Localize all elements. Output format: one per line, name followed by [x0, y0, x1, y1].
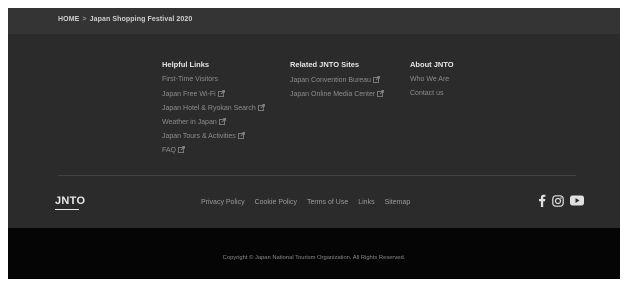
breadcrumb-separator: >	[82, 16, 87, 23]
external-link-icon	[217, 90, 225, 97]
instagram-icon[interactable]	[552, 194, 564, 207]
related-sites-title: Related JNTO Sites	[290, 60, 360, 69]
external-link-icon	[178, 146, 185, 153]
breadcrumb-home-link[interactable]: HOME	[58, 16, 79, 23]
list-item: FAQ	[162, 146, 265, 160]
link-online-media-center[interactable]: Japan Online Media Center	[290, 91, 375, 98]
list-item: Japan Free Wi-Fi	[162, 90, 265, 104]
list-item: Japan Convention Bureau	[290, 76, 384, 90]
list-item: Contact us	[410, 90, 454, 104]
link-faq[interactable]: FAQ	[162, 147, 176, 154]
copyright-bar: Copyright © Japan National Tourism Organ…	[8, 228, 620, 279]
list-item: Japan Tours & Activities	[162, 132, 265, 146]
helpful-links-column: Helpful Links First-Time Visitors Japan …	[162, 60, 265, 160]
external-link-icon	[237, 132, 245, 139]
about-title: About JNTO	[410, 60, 454, 69]
link-free-wifi[interactable]: Japan Free Wi-Fi	[162, 91, 216, 98]
site-footer: HOME > Japan Shopping Festival 2020 Helpfu…	[8, 8, 620, 279]
list-item: Japan Hotel & Ryokan Search	[162, 104, 265, 118]
footer-nav: Privacy Policy Cookie Policy Terms of Us…	[201, 199, 420, 206]
facebook-icon[interactable]	[538, 194, 546, 207]
link-weather[interactable]: Weather in Japan	[162, 119, 217, 126]
breadcrumb: HOME > Japan Shopping Festival 2020	[58, 16, 192, 23]
privacy-policy-link[interactable]: Privacy Policy	[201, 199, 245, 206]
external-link-icon	[377, 90, 385, 97]
helpful-links-list: First-Time Visitors Japan Free Wi-Fi Jap…	[162, 76, 265, 160]
link-who-we-are[interactable]: Who We Are	[410, 76, 449, 83]
terms-of-use-link[interactable]: Terms of Use	[307, 199, 348, 206]
links-link[interactable]: Links	[358, 199, 374, 206]
breadcrumb-current: Japan Shopping Festival 2020	[89, 16, 193, 23]
external-link-icon	[373, 76, 380, 83]
link-first-time-visitors[interactable]: First-Time Visitors	[162, 76, 218, 83]
cookie-policy-link[interactable]: Cookie Policy	[255, 199, 297, 206]
sitemap-link[interactable]: Sitemap	[385, 199, 411, 206]
jnto-logo[interactable]: JNTO	[55, 195, 85, 207]
external-link-icon	[218, 118, 226, 125]
list-item: Japan Online Media Center	[290, 90, 385, 104]
copyright-text: Copyright © Japan National Tourism Organ…	[222, 255, 406, 261]
youtube-icon[interactable]	[570, 195, 584, 206]
helpful-links-title: Helpful Links	[162, 60, 210, 69]
link-tours-activities[interactable]: Japan Tours & Activities	[162, 133, 236, 140]
link-hotel-ryokan-search[interactable]: Japan Hotel & Ryokan Search	[162, 105, 256, 112]
footer-main: HOME > Japan Shopping Festival 2020 Helpfu…	[8, 8, 620, 228]
breadcrumb-bar: HOME > Japan Shopping Festival 2020	[8, 8, 620, 34]
related-sites-column: Related JNTO Sites Japan Convention Bure…	[290, 60, 385, 104]
logo-underline	[55, 209, 79, 210]
link-convention-bureau[interactable]: Japan Convention Bureau	[290, 77, 371, 84]
list-item: First-Time Visitors	[162, 76, 265, 90]
footer-divider	[58, 175, 576, 176]
social-links	[532, 194, 584, 207]
external-link-icon	[257, 104, 265, 111]
list-item: Who We Are	[410, 76, 454, 90]
link-contact-us[interactable]: Contact us	[410, 90, 443, 97]
related-sites-list: Japan Convention Bureau Japan Online Med…	[290, 76, 385, 104]
about-column: About JNTO Who We Are Contact us	[410, 60, 454, 104]
about-list: Who We Are Contact us	[410, 76, 454, 104]
list-item: Weather in Japan	[162, 118, 265, 132]
